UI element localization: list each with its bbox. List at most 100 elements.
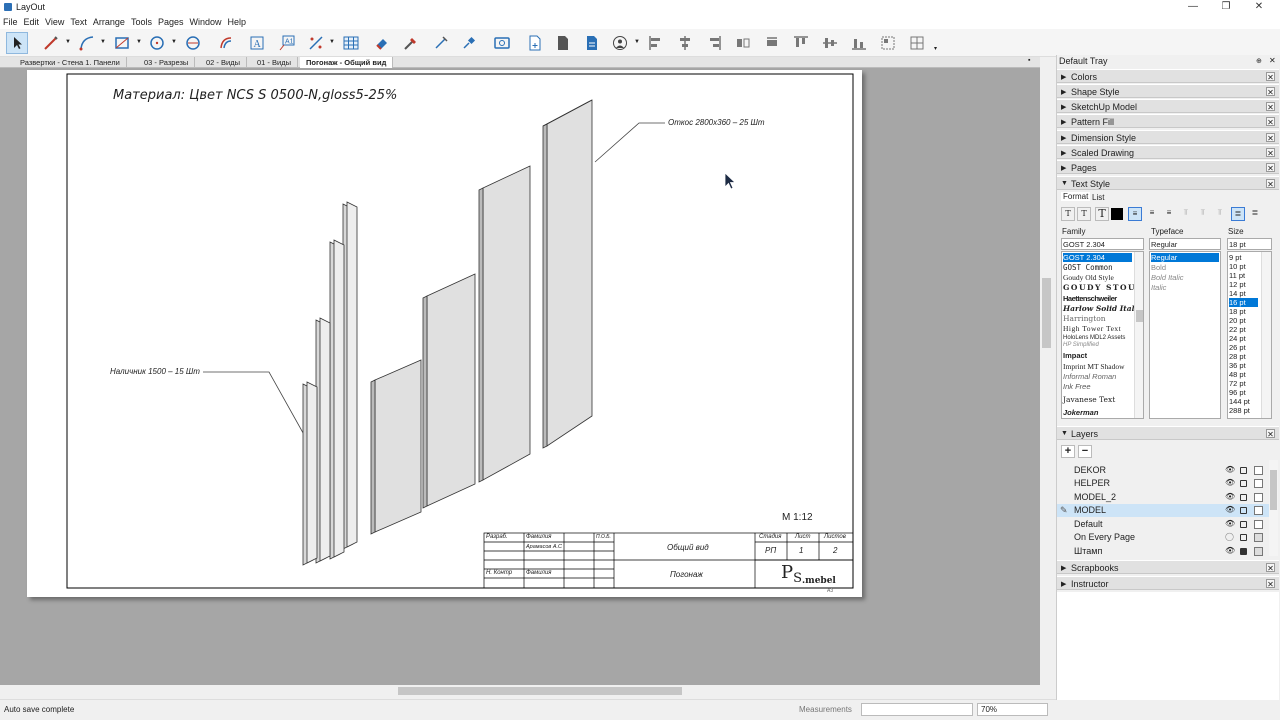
list-item[interactable]: 12 pt: [1229, 280, 1246, 289]
layer-row-model[interactable]: ✎ MODEL 👁: [1057, 504, 1269, 517]
align-left-icon[interactable]: [645, 32, 667, 54]
size-input[interactable]: 18 pt: [1227, 238, 1272, 250]
list-item[interactable]: 72 pt: [1229, 379, 1246, 388]
callout-otkos[interactable]: Откос 2800х360 – 25 Шт: [668, 118, 765, 127]
chevron-down-icon[interactable]: ▼: [100, 39, 106, 45]
family-list[interactable]: GOST 2.304 GOST Common Goudy Old Style G…: [1061, 251, 1144, 419]
list-item[interactable]: 14 pt: [1229, 289, 1246, 298]
list-item[interactable]: 9 pt: [1229, 253, 1242, 262]
document-icon[interactable]: [581, 32, 603, 54]
user-icon[interactable]: [609, 32, 631, 54]
tab-pogonazh[interactable]: Погонаж - Общий вид: [300, 57, 394, 68]
list-item[interactable]: 24 pt: [1229, 334, 1246, 343]
maximize-button[interactable]: ❐: [1213, 0, 1239, 15]
menu-help[interactable]: Help: [225, 15, 250, 29]
page-icon[interactable]: [1254, 520, 1263, 529]
tab-razvertki[interactable]: Развертки - Стена 1. Панели: [14, 57, 127, 68]
line-tool-icon[interactable]: [40, 32, 62, 54]
list-item[interactable]: Goudy Old Style: [1063, 273, 1114, 282]
family-list-scrollbar[interactable]: [1134, 252, 1143, 418]
list-item[interactable]: High Tower Text: [1063, 324, 1121, 333]
tab-list[interactable]: List: [1092, 193, 1104, 202]
list-item[interactable]: 18 pt: [1229, 307, 1246, 316]
layers-list[interactable]: DEKOR 👁 HELPER 👁 MODEL_2 👁 ✎ MODEL 👁 Default 👁…: [1057, 464, 1269, 560]
ungroup-icon[interactable]: [906, 32, 928, 54]
tab-razrezy[interactable]: 03 - Разрезы: [138, 57, 196, 68]
text-serif-button[interactable]: T: [1077, 207, 1091, 221]
scale-label[interactable]: М 1:12: [782, 512, 813, 523]
bounded-text-icon[interactable]: ≣: [1231, 207, 1245, 221]
list-item[interactable]: 48 pt: [1229, 370, 1246, 379]
tray-close-icon[interactable]: ✕: [1269, 56, 1276, 65]
chevron-down-icon[interactable]: ▼: [329, 39, 335, 45]
menu-arrange[interactable]: Arrange: [90, 15, 128, 29]
close-icon[interactable]: ✕: [1266, 133, 1275, 143]
text-serif-small-button[interactable]: T: [1061, 207, 1075, 221]
insert-icon[interactable]: [552, 32, 574, 54]
pin-icon[interactable]: ⊕: [1256, 57, 1262, 65]
list-item[interactable]: 26 pt: [1229, 343, 1246, 352]
typeface-list[interactable]: Regular Bold Bold Italic Italic: [1149, 251, 1221, 419]
align-middle-icon[interactable]: [819, 32, 841, 54]
lock-icon[interactable]: [1240, 521, 1247, 528]
eye-icon[interactable]: 👁: [1225, 478, 1235, 487]
close-button[interactable]: ✕: [1246, 0, 1272, 15]
panel-dimension-style[interactable]: ▶ Dimension Style ✕: [1057, 130, 1279, 144]
list-item[interactable]: 96 pt: [1229, 388, 1246, 397]
layers-scroll-thumb[interactable]: [1270, 470, 1277, 510]
list-item[interactable]: 20 pt: [1229, 316, 1246, 325]
menu-window[interactable]: Window: [186, 15, 224, 29]
shared-page-icon[interactable]: [1254, 547, 1263, 556]
list-item[interactable]: Regular: [1151, 253, 1219, 262]
eye-icon[interactable]: 👁: [1225, 492, 1235, 501]
chevron-down-icon[interactable]: ▼: [171, 39, 177, 45]
tab-vidy-02[interactable]: 02 - Виды: [200, 57, 247, 68]
align-bottom-icon[interactable]: [848, 32, 870, 54]
menu-text[interactable]: Text: [67, 15, 90, 29]
list-item[interactable]: Harrington: [1063, 314, 1106, 323]
minimize-button[interactable]: —: [1180, 0, 1206, 15]
panel-colors[interactable]: ▶ Colors ✕: [1057, 69, 1279, 83]
layer-row-model-2[interactable]: MODEL_2 👁: [1057, 491, 1269, 504]
offset-tool-icon[interactable]: [215, 32, 237, 54]
page-icon[interactable]: [1254, 479, 1263, 488]
paper-sheet[interactable]: Материал: Цвет NCS S 0500-N,gloss5-25% О…: [27, 70, 862, 597]
panel-pattern-fill[interactable]: ▶ Pattern Fill ✕: [1057, 114, 1279, 128]
layers-scrollbar[interactable]: [1269, 460, 1278, 556]
list-item[interactable]: 10 pt: [1229, 262, 1246, 271]
close-icon[interactable]: ✕: [1266, 148, 1275, 158]
eye-closed-icon[interactable]: ◯: [1225, 532, 1234, 541]
typeface-input[interactable]: Regular: [1149, 238, 1221, 250]
panel-text-style[interactable]: ▼ Text Style ✕: [1057, 176, 1279, 190]
join-tool-icon[interactable]: [458, 32, 480, 54]
lock-icon[interactable]: [1240, 534, 1247, 541]
page-icon[interactable]: [1254, 506, 1263, 515]
chevron-down-icon[interactable]: ▼: [634, 39, 640, 45]
list-item[interactable]: Jokerman: [1063, 408, 1098, 417]
lock-icon[interactable]: [1240, 507, 1247, 514]
list-item[interactable]: Bold Italic: [1151, 273, 1184, 282]
material-title[interactable]: Материал: Цвет NCS S 0500-N,gloss5-25%: [113, 88, 397, 103]
panel-pages[interactable]: ▶ Pages ✕: [1057, 160, 1279, 174]
list-item[interactable]: 288 pt: [1229, 406, 1250, 415]
eye-icon[interactable]: 👁: [1225, 546, 1235, 555]
panel-layers[interactable]: ▼ Layers ✕: [1057, 426, 1279, 440]
menu-tools[interactable]: Tools: [128, 15, 155, 29]
label-tool-icon[interactable]: A1: [276, 32, 298, 54]
tab-close-icon[interactable]: ▪: [1028, 57, 1030, 64]
list-item[interactable]: 22 pt: [1229, 325, 1246, 334]
panel-scrapbooks[interactable]: ▶ Scrapbooks ✕: [1057, 560, 1279, 574]
panel-sketchup-model[interactable]: ▶ SketchUp Model ✕: [1057, 99, 1279, 113]
vertical-scrollbar[interactable]: [1040, 68, 1053, 685]
dimension-tool-icon[interactable]: [305, 32, 327, 54]
list-item[interactable]: 28 pt: [1229, 352, 1246, 361]
tab-vidy-01[interactable]: 01 - Виды: [251, 57, 298, 68]
menu-view[interactable]: View: [42, 15, 67, 29]
menu-pages[interactable]: Pages: [155, 15, 187, 29]
chevron-down-icon[interactable]: ▼: [136, 39, 142, 45]
rotate-icon[interactable]: [761, 32, 783, 54]
align-top-icon[interactable]: [790, 32, 812, 54]
close-icon[interactable]: ✕: [1266, 579, 1275, 589]
list-item[interactable]: HP Simplified: [1063, 342, 1099, 348]
list-item[interactable]: 11 pt: [1229, 271, 1245, 280]
